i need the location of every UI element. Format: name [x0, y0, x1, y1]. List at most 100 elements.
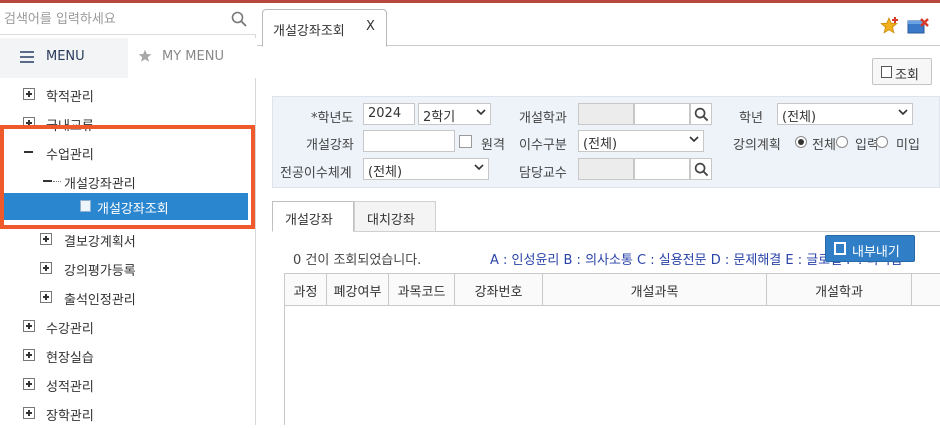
syllabus-option-missing-clip: 미입	[896, 134, 939, 153]
tab-open-courses[interactable]: 개설강좌	[272, 201, 354, 232]
expand-icon[interactable]	[23, 349, 35, 361]
expand-icon[interactable]	[23, 117, 35, 129]
tab-course-search[interactable]: 개설강좌조회 X	[262, 9, 387, 47]
syllabus-option-entered-clip: 입력	[855, 134, 877, 153]
result-tabs: 개설강좌 대치강좌	[272, 201, 940, 232]
expand-icon[interactable]	[23, 320, 35, 332]
term-select[interactable]: 2학기	[418, 103, 491, 125]
course-label: 개설강좌	[306, 138, 354, 153]
tree-item-label: 결보강계획서	[64, 235, 136, 250]
course-input[interactable]	[363, 130, 455, 152]
expand-icon[interactable]	[40, 291, 52, 303]
tree-item-scholarship[interactable]: 장학관리	[0, 399, 256, 428]
professor-name-input[interactable]	[634, 158, 690, 180]
syllabus-radio-entered[interactable]	[836, 136, 848, 148]
add-favorite-star-icon[interactable]	[880, 16, 900, 36]
column-header[interactable]: 과목코드	[389, 274, 455, 306]
year-input[interactable]: 2024	[363, 103, 415, 125]
chevron-down-icon	[474, 164, 484, 171]
chevron-down-icon	[689, 136, 699, 143]
syllabus-radio-all[interactable]	[795, 136, 807, 148]
menu-search-input[interactable]	[4, 8, 224, 30]
column-header[interactable]: 강좌번호	[455, 274, 543, 306]
tree-item-course-management[interactable]: 개설강좌관리	[0, 167, 256, 196]
completion-type-select[interactable]: (전체)	[578, 130, 704, 152]
department-code-input[interactable]	[578, 103, 634, 125]
tab-substitute-courses[interactable]: 대치강좌	[354, 201, 436, 232]
grade-select[interactable]: (전체)	[777, 103, 913, 125]
expand-icon[interactable]	[23, 378, 35, 390]
main-content: 개설강좌조회 X 조회 *학년도 2024 2학기 개설학과 학년 (전체) 개…	[257, 3, 940, 425]
major-track-label: 전공이수체계	[280, 166, 352, 181]
search-icon	[694, 162, 709, 177]
menu-search-box	[0, 3, 256, 35]
column-header[interactable]: 폐강여부	[327, 274, 389, 306]
department-search-button[interactable]	[690, 103, 712, 125]
year-value: 2024	[368, 106, 402, 121]
export-button[interactable]: 내부내기	[825, 235, 915, 262]
tree-connector	[53, 181, 61, 182]
syllabus-option-all: 전체	[812, 138, 836, 153]
sidebar: MENU MY MENU 학적관리 국내교류 수업관리 개설강좌관리	[0, 3, 256, 425]
tree-item-label: 개설강좌관리	[64, 177, 136, 192]
star-icon	[138, 49, 152, 62]
expand-icon[interactable]	[23, 88, 35, 100]
collapse-icon[interactable]	[43, 180, 52, 182]
professor-search-button[interactable]	[690, 158, 712, 180]
chevron-down-icon	[898, 109, 908, 116]
search-icon[interactable]	[231, 11, 247, 27]
grade-label: 학년	[739, 111, 763, 126]
syllabus-label: 강의계획	[733, 138, 781, 153]
expand-icon[interactable]	[40, 233, 52, 245]
hamburger-icon	[20, 51, 34, 63]
tree-item-field-practice[interactable]: 현장실습	[0, 341, 256, 370]
tree-item-class-management[interactable]: 수업관리	[0, 138, 256, 167]
tree-item-attendance[interactable]: 출석인정관리	[0, 283, 256, 312]
chevron-down-icon	[476, 109, 486, 116]
department-label: 개설학과	[519, 111, 567, 126]
completion-type-value: (전체)	[583, 137, 618, 152]
menu-tabs: MENU MY MENU	[0, 38, 256, 78]
page-tab-bar: 개설강좌조회 X	[257, 3, 940, 47]
term-value: 2학기	[423, 110, 456, 125]
tree-item-course-search[interactable]: 개설강좌조회	[4, 193, 248, 220]
remote-label: 원격	[481, 138, 505, 153]
expand-icon[interactable]	[40, 262, 52, 274]
tab-menu[interactable]: MENU	[0, 38, 128, 78]
result-count: 0 건이 조회되었습니다.	[293, 253, 422, 268]
syllabus-radio-missing[interactable]	[876, 136, 888, 148]
major-track-select[interactable]: (전체)	[363, 158, 489, 180]
column-header[interactable]: 개설과목	[543, 274, 767, 306]
collapse-icon[interactable]	[24, 151, 33, 153]
tab-close-button[interactable]: X	[366, 19, 375, 34]
tab-my-menu[interactable]: MY MENU	[128, 38, 256, 78]
tree-item-label: 학적관리	[46, 90, 94, 105]
major-track-value: (전체)	[368, 165, 403, 180]
column-header[interactable]: 과정	[285, 274, 327, 306]
tree-item-label: 현장실습	[46, 351, 94, 366]
department-name-input[interactable]	[634, 103, 690, 125]
tab-open-courses-label: 개설강좌	[285, 213, 333, 228]
tree-item-lecture-evaluation[interactable]: 강의평가등록	[0, 254, 256, 283]
remote-checkbox[interactable]	[459, 135, 472, 148]
tree-item-makeup-plan[interactable]: 결보강계획서	[0, 225, 256, 254]
tree-item-domestic-exchange[interactable]: 국내교류	[0, 109, 256, 138]
syllabus-option-entered: 입력	[855, 138, 877, 153]
grade-value: (전체)	[782, 110, 817, 125]
tree-item-academic-records[interactable]: 학적관리	[0, 80, 256, 109]
close-all-tabs-icon[interactable]	[907, 17, 929, 35]
tree-item-label: 성적관리	[46, 380, 94, 395]
search-icon	[694, 107, 709, 122]
tree-item-registration[interactable]: 수강관리	[0, 312, 256, 341]
grid-header: 과정 폐강여부 과목코드 강좌번호 개설과목 개설학과	[285, 274, 940, 306]
search-button-label: 조회	[895, 68, 919, 83]
column-header[interactable]: 개설학과	[767, 274, 912, 306]
tree-item-grades[interactable]: 성적관리	[0, 370, 256, 399]
tab-substitute-courses-label: 대치강좌	[367, 213, 415, 228]
tree-item-label: 국내교류	[46, 119, 94, 134]
tree-item-label: 수업관리	[46, 148, 94, 163]
professor-code-input[interactable]	[578, 158, 634, 180]
search-button[interactable]: 조회	[872, 58, 932, 85]
tab-menu-label: MENU	[46, 49, 85, 64]
expand-icon[interactable]	[23, 407, 35, 419]
